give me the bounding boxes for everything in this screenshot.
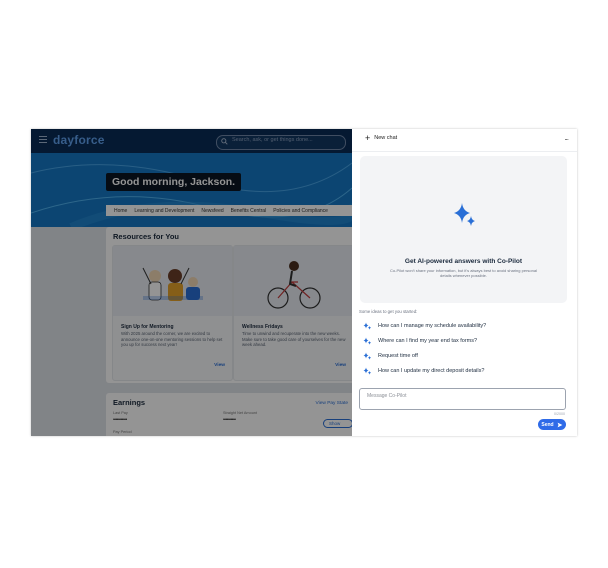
sparkle-icon	[363, 337, 371, 345]
suggestion-text: Request time off	[378, 353, 418, 359]
new-chat-button[interactable]: + New chat	[365, 133, 398, 143]
background-app: dayforce Search, ask, or get things done…	[31, 129, 352, 436]
screenshot-frame: dayforce Search, ask, or get things done…	[31, 129, 577, 436]
more-options-icon[interactable]: ...	[564, 133, 569, 142]
suggestion-item[interactable]: Where can I find my year end tax forms?	[363, 337, 477, 345]
plus-icon: +	[365, 133, 371, 143]
sparkle-icon	[363, 367, 371, 375]
copilot-header: + New chat ...	[352, 129, 577, 152]
suggestion-item[interactable]: How can I manage my schedule availabilit…	[363, 322, 486, 330]
suggestion-text: Where can I find my year end tax forms?	[378, 338, 478, 344]
sparkle-icon	[454, 203, 475, 226]
suggestion-text: How can I manage my schedule availabilit…	[378, 323, 487, 329]
suggestion-item[interactable]: How can I update my direct deposit detai…	[363, 367, 484, 375]
send-arrow-icon	[557, 422, 563, 427]
send-label: Send	[541, 421, 554, 428]
ideas-label: Some ideas to get you started:	[359, 309, 418, 314]
message-input[interactable]	[365, 392, 559, 400]
welcome-title: Get AI-powered answers with Co-Pilot	[404, 258, 523, 265]
message-box	[359, 388, 566, 410]
new-chat-label: New chat	[374, 135, 398, 141]
character-count: 0/2000	[554, 412, 565, 416]
suggestion-item[interactable]: Request time off	[363, 352, 418, 360]
modal-overlay[interactable]	[31, 129, 352, 436]
copilot-panel: + New chat ... Get AI-powered answers wi…	[352, 129, 577, 436]
sparkle-icon	[363, 352, 371, 360]
welcome-card: Get AI-powered answers with Co-Pilot Co-…	[360, 156, 567, 303]
send-button[interactable]: Send	[538, 419, 566, 430]
welcome-subtitle: Co-Pilot won't share your information, b…	[390, 268, 537, 279]
sparkle-icon	[363, 322, 371, 330]
suggestion-text: How can I update my direct deposit detai…	[378, 368, 485, 374]
